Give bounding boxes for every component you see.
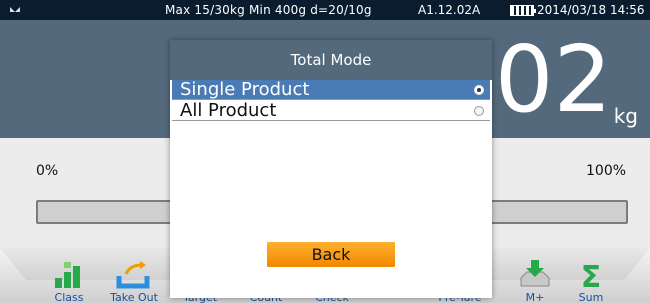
scale-spec: Max 15/30kg Min 400g d=20/10g <box>165 3 372 17</box>
modal-overlay: Total Mode Single Product All Product Ba… <box>0 20 650 303</box>
back-button[interactable]: Back <box>267 242 395 267</box>
radio-unselected-icon[interactable] <box>474 106 484 116</box>
option-label: Single Product <box>180 79 310 100</box>
dialog-title: Total Mode <box>170 40 492 80</box>
datetime: 2014/03/18 14:56 <box>537 3 645 17</box>
status-bar: Max 15/30kg Min 400g d=20/10g A1.12.02A … <box>0 0 650 20</box>
firmware-version: A1.12.02A <box>418 3 481 17</box>
option-all-product[interactable]: All Product <box>172 101 490 121</box>
total-mode-dialog: Total Mode Single Product All Product Ba… <box>170 40 492 298</box>
radio-selected-icon[interactable] <box>474 85 484 95</box>
option-label: All Product <box>180 100 277 121</box>
battery-icon <box>510 5 536 16</box>
signal-icon <box>10 7 20 12</box>
option-single-product[interactable]: Single Product <box>172 80 490 100</box>
